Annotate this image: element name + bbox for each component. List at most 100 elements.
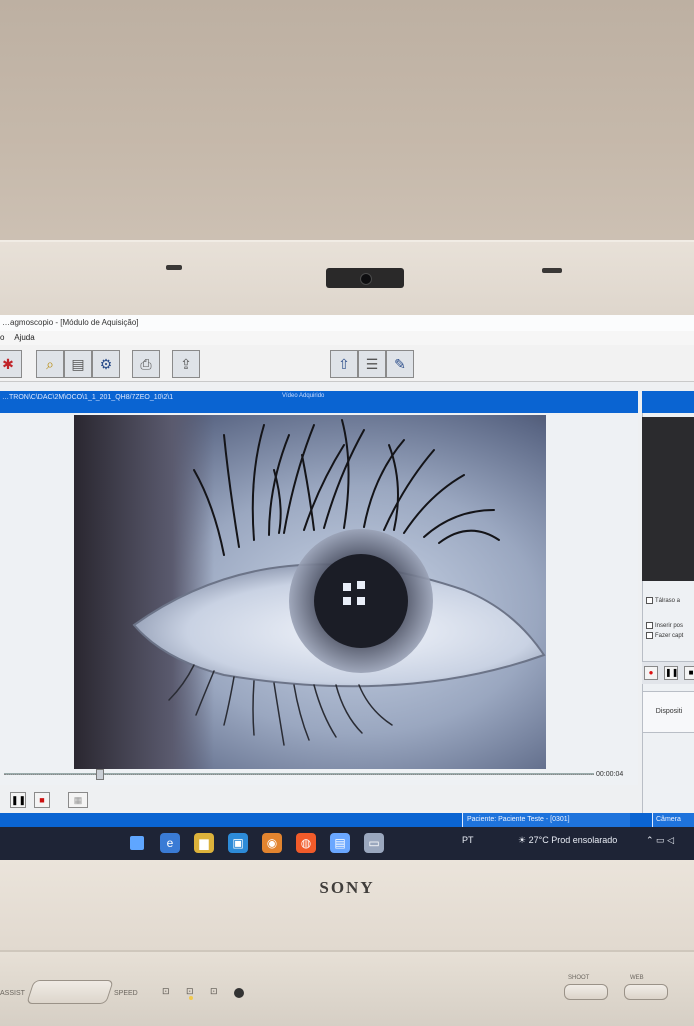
device-box[interactable]: Dispositi xyxy=(642,691,694,733)
menu-item-help[interactable]: Ajuda xyxy=(14,333,34,342)
record-button[interactable]: ● xyxy=(644,666,658,680)
capture-tool-button[interactable]: ✱ xyxy=(0,350,22,378)
print-tool-button[interactable]: ⎙ xyxy=(132,350,160,378)
checkbox-option-3[interactable]: Fazer capt xyxy=(646,632,683,639)
taskbar-app-2[interactable]: ▭ xyxy=(364,833,384,853)
taskbar-store[interactable]: ▣ xyxy=(228,833,248,853)
record-icon: ● xyxy=(648,668,654,677)
checkbox-option-1[interactable]: Tálraso a xyxy=(646,597,680,604)
scroll-indicator-icon: ⊡ xyxy=(210,986,218,996)
assist-label: ASSIST xyxy=(0,990,25,997)
lock-indicator-icon: ⊡ xyxy=(162,986,170,996)
firefox-icon: ◍ xyxy=(300,836,312,850)
checkbox-1[interactable] xyxy=(646,597,653,604)
settings-tool-button[interactable]: ⚙ xyxy=(92,350,120,378)
checkbox-option-2[interactable]: Inserir pos xyxy=(646,622,683,629)
bezel-indicator-left xyxy=(166,265,182,270)
bezel-indicator-right xyxy=(542,268,562,273)
upload-tool-button[interactable]: ⇧ xyxy=(330,350,358,378)
eye-video-frame[interactable] xyxy=(74,415,546,769)
menu-bar: o Ajuda xyxy=(0,331,694,345)
tray-icons[interactable]: ⌃ ▭ ◁ xyxy=(646,835,674,846)
windows-taskbar: e ▆ ▣ ◉ ◍ ▤ ▭ PT ☀ 27°C Prod ensolarado … xyxy=(0,827,694,860)
snapshot-icon: ▦ xyxy=(73,795,83,805)
side-stop-button[interactable]: ■ xyxy=(684,666,694,680)
hardware-button-2[interactable] xyxy=(624,984,668,1000)
app-icon: ▭ xyxy=(368,836,380,850)
camera-icon: ✱ xyxy=(2,355,14,372)
speed-label: SPEED xyxy=(114,990,138,997)
stop-button[interactable]: ■ xyxy=(34,792,50,808)
eye-image xyxy=(132,419,546,746)
gear-icon: ⚙ xyxy=(99,355,113,372)
checkbox-1-label: Tálraso a xyxy=(655,598,681,605)
video-timeline[interactable] xyxy=(0,767,600,780)
store-icon: ▣ xyxy=(232,836,244,850)
playback-controls: ❚❚ ■ ▦ xyxy=(0,789,120,811)
search-tool-button[interactable]: ⌕ xyxy=(36,350,64,378)
webcam-lens xyxy=(360,273,372,285)
side-pause-button[interactable]: ❚❚ xyxy=(664,666,678,680)
pause-icon: ❚❚ xyxy=(665,668,679,677)
timecode: 00:00:04 xyxy=(596,771,624,778)
button-2-label: WEB xyxy=(630,975,644,981)
assist-button[interactable] xyxy=(26,980,114,1004)
menu-item-file[interactable]: o xyxy=(0,333,4,342)
taskbar-explorer[interactable]: ▆ xyxy=(194,833,214,853)
toolbar: ✱ ⌕ ▤ ⚙ ⎙ ⇪ ⇧ ☰ ✎ xyxy=(0,345,694,382)
document-tool-button[interactable]: ▤ xyxy=(64,350,92,378)
pause-icon: ❚❚ xyxy=(11,795,27,805)
stop-icon: ■ xyxy=(688,668,694,677)
timeline-thumb[interactable] xyxy=(96,769,104,780)
timeline-track[interactable] xyxy=(4,773,594,775)
document-icon: ▤ xyxy=(71,355,85,372)
checkbox-2[interactable] xyxy=(646,622,653,629)
laptop-bottom-bezel xyxy=(0,860,694,950)
taskbar-chrome[interactable]: ◉ xyxy=(262,833,282,853)
weather-widget[interactable]: ☀ 27°C Prod ensolarado xyxy=(518,835,617,846)
side-header-bar xyxy=(642,391,694,413)
indicator-led xyxy=(189,996,193,1000)
taskbar-app-1[interactable]: ▤ xyxy=(330,833,350,853)
power-indicator xyxy=(234,988,244,998)
language-indicator[interactable]: PT xyxy=(462,835,474,845)
volume-icon: ◁ xyxy=(667,835,674,845)
chevron-up-icon: ⌃ xyxy=(646,835,657,845)
checkbox-3-label: Fazer capt xyxy=(655,633,684,640)
checkbox-2-label: Inserir pos xyxy=(655,623,684,630)
window-title: …agmoscopio - [Módulo de Aquisição] xyxy=(0,315,694,331)
folder-icon: ▆ xyxy=(199,836,209,850)
record-controls: ● ❚❚ ■ xyxy=(642,661,694,684)
taskbar-firefox[interactable]: ◍ xyxy=(296,833,316,853)
checkbox-3[interactable] xyxy=(646,632,653,639)
list-icon: ☰ xyxy=(365,355,379,372)
network-icon: ▭ xyxy=(656,835,668,845)
camera-preview xyxy=(642,417,694,581)
laptop-screen: …agmoscopio - [Módulo de Aquisição] o Aj… xyxy=(0,315,694,860)
pause-button[interactable]: ❚❚ xyxy=(10,792,26,808)
upload-icon: ⇧ xyxy=(338,355,350,372)
printer-icon: ⎙ xyxy=(140,355,152,372)
capture-header-bar: …TRON\C\DAC\2M\OCO\1_1_201_QH8/7ZEO_10\2… xyxy=(0,391,638,413)
app-icon: ▤ xyxy=(334,836,346,850)
snapshot-button[interactable]: ▦ xyxy=(68,792,88,808)
stop-icon: ■ xyxy=(39,795,45,805)
edit-tool-button[interactable]: ✎ xyxy=(386,350,414,378)
edge-icon: e xyxy=(166,836,174,850)
export-icon: ⇪ xyxy=(180,355,192,372)
list-tool-button[interactable]: ☰ xyxy=(358,350,386,378)
hardware-button-1[interactable] xyxy=(564,984,608,1000)
taskbar-edge[interactable]: e xyxy=(160,833,180,853)
chrome-icon: ◉ xyxy=(266,836,278,850)
camera-status: Câmera xyxy=(652,813,694,827)
start-button[interactable] xyxy=(130,836,144,850)
export-tool-button[interactable]: ⇪ xyxy=(172,350,200,378)
file-path: …TRON\C\DAC\2M\OCO\1_1_201_QH8/7ZEO_10\2… xyxy=(2,394,174,401)
brand-logo: SONY xyxy=(319,878,375,897)
sun-icon: ☀ xyxy=(518,835,529,845)
search-icon: ⌕ xyxy=(46,355,54,372)
weather-text: 27°C Prod ensolarado xyxy=(528,835,618,845)
edit-icon: ✎ xyxy=(394,355,406,372)
wall-background xyxy=(0,0,694,250)
capture-header-label: Vídeo Adquirido xyxy=(282,393,325,399)
